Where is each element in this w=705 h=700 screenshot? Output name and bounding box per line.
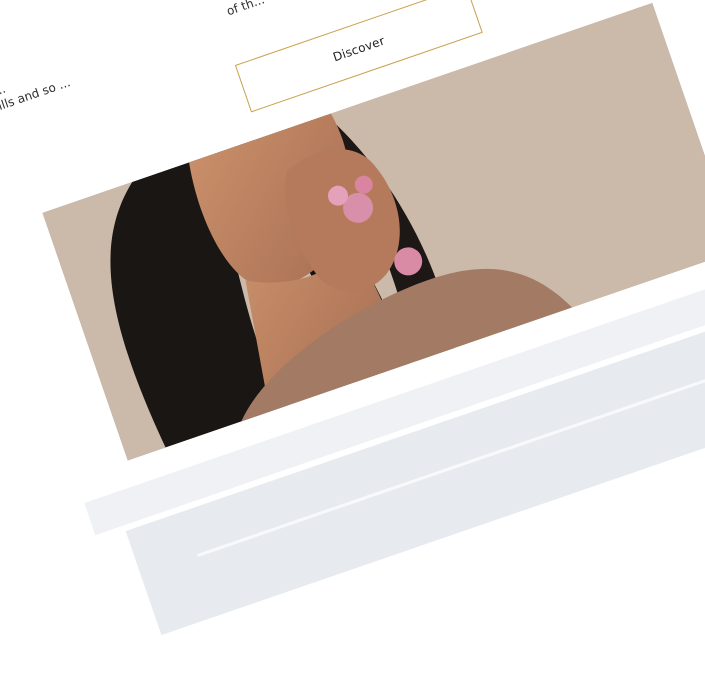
content-area: co... skills and so ... of th... Discove… [0, 0, 705, 700]
discover-button-label: Discover [331, 33, 387, 65]
page: co... skills and so ... of th... Discove… [0, 0, 705, 700]
intro-text-left: co... skills and so ... [0, 20, 192, 118]
